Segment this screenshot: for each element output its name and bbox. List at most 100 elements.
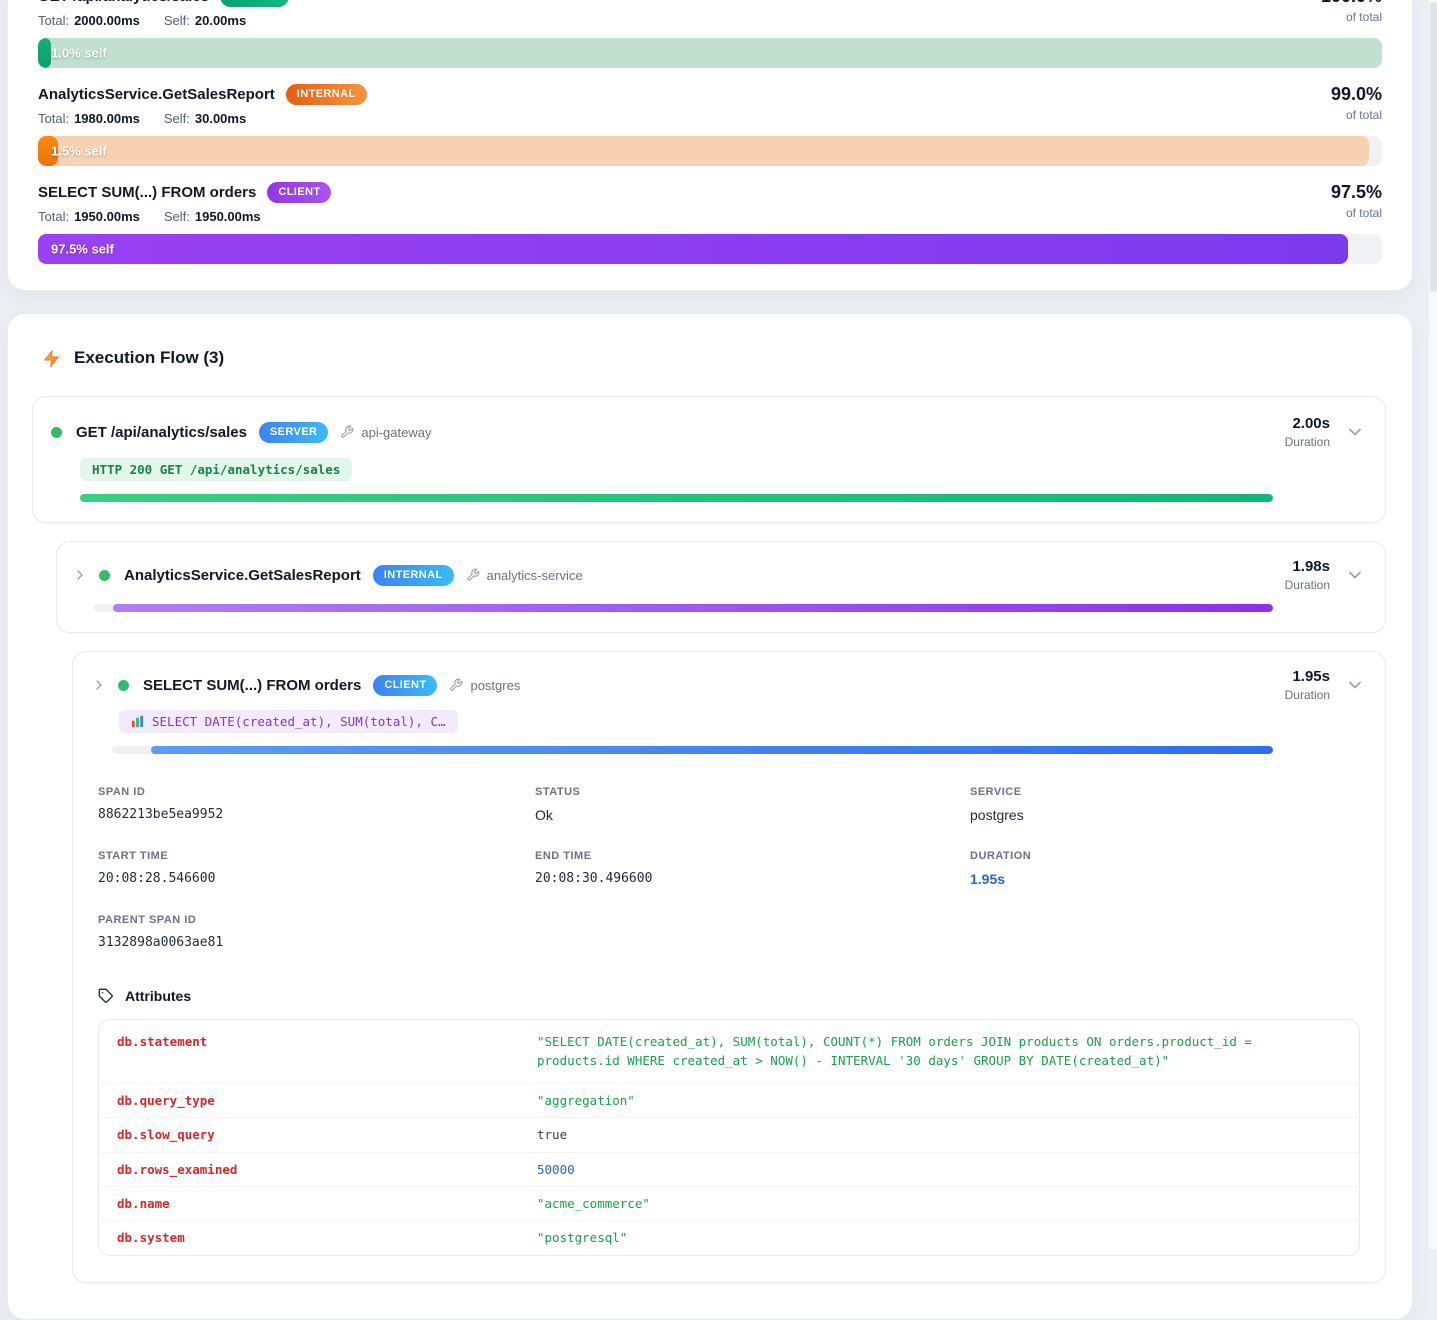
self-time-row: SELECT SUM(...) FROM orders CLIENT Total…	[38, 182, 1382, 264]
span-details-grid: SPAN ID 8862213be5ea9952 STATUS Ok SERVI…	[98, 786, 1365, 950]
chevron-right-icon[interactable]	[91, 677, 107, 693]
self-value: 20.00ms	[195, 13, 246, 28]
span-card-internal: AnalyticsService.GetSalesReport INTERNAL…	[56, 541, 1386, 633]
attribute-row: db.slow_query true	[99, 1118, 1359, 1152]
timeline-fill	[113, 604, 1273, 612]
span-kind-badge: SERVER	[220, 0, 289, 7]
attribute-key: db.query_type	[117, 1091, 537, 1108]
attribute-value: "SELECT DATE(created_at), SUM(total), CO…	[537, 1032, 1341, 1071]
sql-preview-chip[interactable]: SELECT DATE(created_at), SUM(total), C…	[119, 710, 458, 733]
field-start-time: START TIME 20:08:28.546600	[98, 850, 535, 887]
self-time-bar: 1.0% self	[38, 38, 1382, 68]
span-card-header[interactable]: AnalyticsService.GetSalesReport INTERNAL…	[72, 558, 1365, 592]
wrench-icon	[466, 568, 480, 582]
self-percent-label: 1.0% self	[51, 46, 107, 61]
self-time-card: GET /api/analytics/sales SERVER Total:20…	[7, 0, 1413, 291]
tag-icon	[98, 988, 114, 1004]
attribute-key: db.system	[117, 1228, 537, 1245]
duration-readout: 1.98s Duration	[1285, 558, 1330, 592]
attribute-value: "postgresql"	[537, 1228, 1341, 1247]
chevron-down-icon[interactable]	[1345, 422, 1365, 442]
bar-chart-icon	[131, 715, 144, 728]
timeline-bar	[80, 494, 1273, 502]
self-portion-cap	[38, 38, 51, 68]
self-time-bar: 1.5% self	[38, 136, 1382, 166]
service-label: api-gateway	[340, 425, 431, 440]
span-timings: Total:1950.00ms Self:1950.00ms	[38, 209, 331, 224]
self-time-bar: 97.5% self	[38, 234, 1382, 264]
timeline-fill	[80, 494, 1273, 502]
attribute-row: db.rows_examined 50000	[99, 1153, 1359, 1187]
span-name: SELECT SUM(...) FROM orders	[38, 184, 256, 201]
status-dot	[51, 427, 62, 438]
self-value: 1950.00ms	[195, 209, 261, 224]
attribute-row: db.system "postgresql"	[99, 1221, 1359, 1254]
span-card-header[interactable]: GET /api/analytics/sales SERVER api-gate…	[51, 415, 1365, 449]
span-kind-badge: SERVER	[259, 422, 328, 443]
span-title: SELECT SUM(...) FROM orders	[143, 677, 361, 694]
self-percent-label: 1.5% self	[51, 144, 107, 159]
attribute-row: db.statement "SELECT DATE(created_at), S…	[99, 1020, 1359, 1084]
span-timings: Total:1980.00ms Self:30.00ms	[38, 111, 367, 126]
wrench-icon	[449, 678, 463, 692]
timeline-fill	[151, 746, 1273, 754]
attribute-value: "aggregation"	[537, 1091, 1341, 1110]
percent-of-total: 100.0% of total	[1321, 0, 1382, 24]
field-service: SERVICE postgres	[970, 786, 1365, 823]
section-title: Execution Flow (3)	[74, 348, 224, 368]
timeline-bar	[94, 604, 1273, 612]
span-kind-badge: INTERNAL	[373, 565, 454, 586]
span-id-value: 8862213be5ea9952	[98, 807, 535, 822]
percent-of-total: 99.0% of total	[1331, 84, 1382, 122]
trace-page: GET /api/analytics/sales SERVER Total:20…	[7, 0, 1413, 1320]
span-card-db-query: SELECT SUM(...) FROM orders CLIENT postg…	[72, 651, 1386, 1283]
status-dot	[118, 680, 129, 691]
self-time-row: AnalyticsService.GetSalesReport INTERNAL…	[38, 84, 1382, 166]
service-label: postgres	[449, 678, 520, 693]
attribute-key: db.slow_query	[117, 1125, 537, 1142]
service-label: analytics-service	[466, 568, 583, 583]
span-card-header[interactable]: SELECT SUM(...) FROM orders CLIENT postg…	[91, 668, 1365, 702]
span-kind-badge: INTERNAL	[286, 84, 367, 105]
self-value: 30.00ms	[195, 111, 246, 126]
http-status-chip: HTTP 200 GET /api/analytics/sales	[80, 458, 352, 481]
chevron-right-icon[interactable]	[72, 567, 88, 583]
span-title: AnalyticsService.GetSalesReport	[124, 567, 361, 584]
chevron-down-icon[interactable]	[1345, 565, 1365, 585]
chevron-down-icon[interactable]	[1345, 675, 1365, 695]
wrench-icon	[340, 425, 354, 439]
timeline-bar	[112, 746, 1273, 754]
attribute-value: 50000	[537, 1160, 1341, 1179]
span-name: AnalyticsService.GetSalesReport	[38, 86, 275, 103]
start-time-value: 20:08:28.546600	[98, 871, 535, 886]
attributes-table: db.statement "SELECT DATE(created_at), S…	[98, 1019, 1360, 1256]
duration-value: 1.95s	[970, 871, 1365, 887]
status-dot	[99, 570, 110, 581]
span-title: GET /api/analytics/sales	[76, 424, 247, 441]
execution-flow-section: Execution Flow (3) GET /api/analytics/sa…	[7, 313, 1413, 1320]
execution-flow-header: Execution Flow (3)	[42, 348, 1386, 368]
attribute-key: db.rows_examined	[117, 1160, 537, 1177]
lightning-icon	[42, 349, 61, 368]
end-time-value: 20:08:30.496600	[535, 871, 970, 886]
service-value: postgres	[970, 807, 1365, 823]
duration-readout: 2.00s Duration	[1285, 415, 1330, 449]
span-name: GET /api/analytics/sales	[38, 0, 209, 5]
attribute-row: db.query_type "aggregation"	[99, 1084, 1359, 1118]
field-end-time: END TIME 20:08:30.496600	[535, 850, 970, 887]
span-card-root: GET /api/analytics/sales SERVER api-gate…	[32, 396, 1386, 523]
attributes-header: Attributes	[98, 988, 1365, 1004]
field-duration: DURATION 1.95s	[970, 850, 1365, 887]
scrollbar[interactable]	[1428, 0, 1437, 1249]
total-value: 1980.00ms	[74, 111, 140, 126]
attribute-key: db.statement	[117, 1032, 537, 1049]
scrollbar-thumb[interactable]	[1430, 2, 1437, 292]
parent-span-id-value: 3132898a0063ae81	[98, 935, 535, 950]
total-value: 2000.00ms	[74, 13, 140, 28]
attribute-value: true	[537, 1125, 1341, 1144]
span-kind-badge: CLIENT	[267, 182, 331, 203]
duration-readout: 1.95s Duration	[1285, 668, 1330, 702]
self-time-row: GET /api/analytics/sales SERVER Total:20…	[38, 0, 1382, 68]
total-value: 1950.00ms	[74, 209, 140, 224]
field-span-id: SPAN ID 8862213be5ea9952	[98, 786, 535, 823]
